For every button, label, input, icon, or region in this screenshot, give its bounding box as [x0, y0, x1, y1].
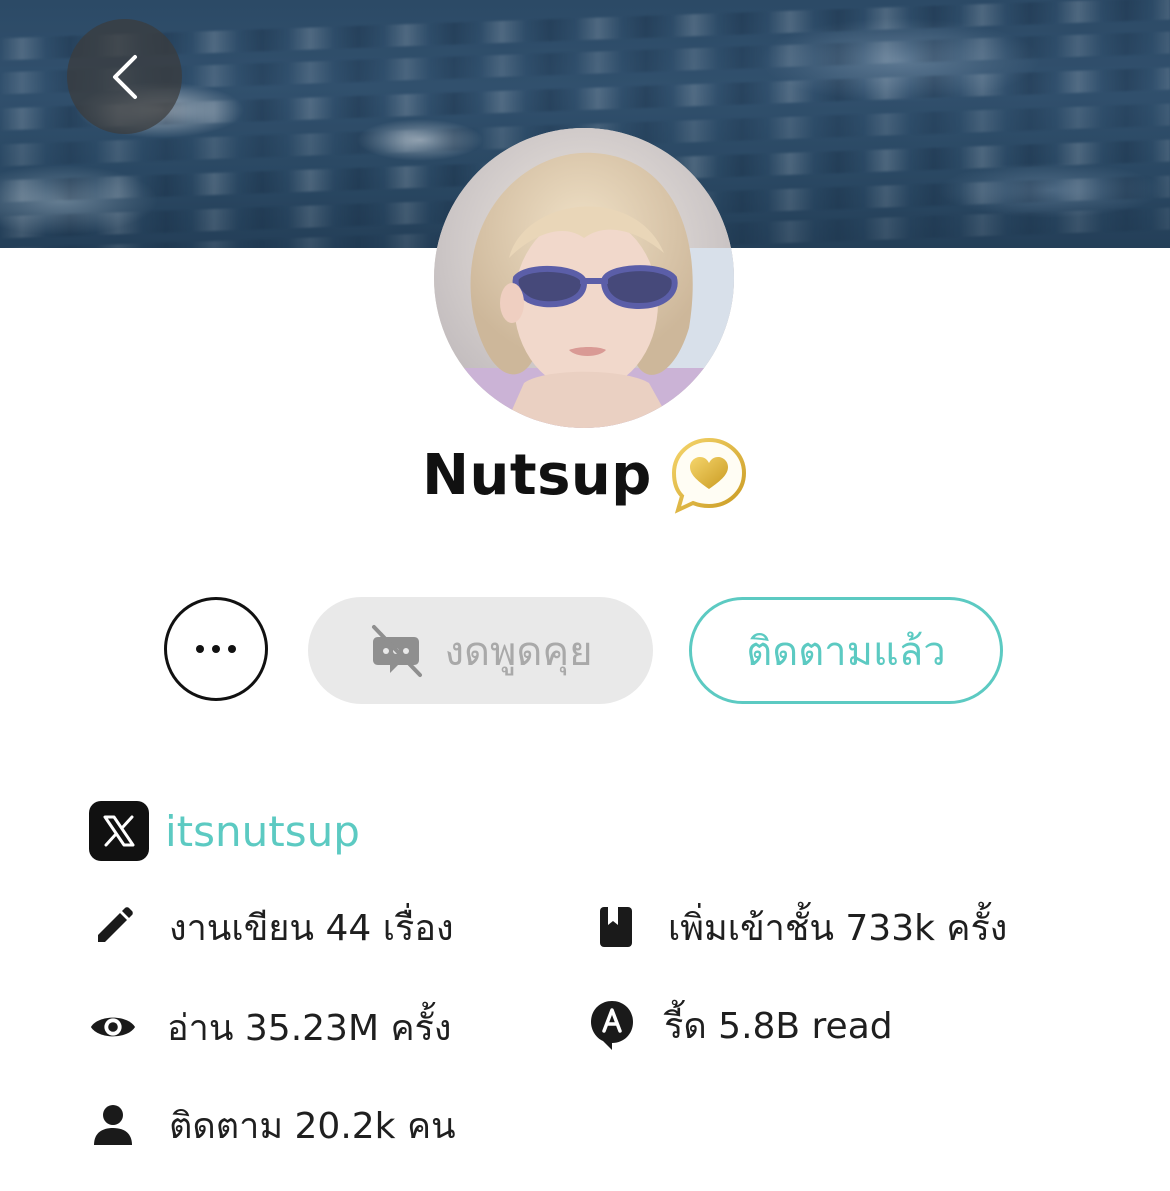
following-label: ติดตามแล้ว — [746, 628, 946, 675]
x-handle-link[interactable]: itsnutsup — [165, 807, 360, 856]
stat-reads: อ่าน 35.23M ครั้ง — [89, 997, 451, 1057]
avatar-image — [434, 128, 734, 428]
stat-shelf-adds: เพิ่มเข้าชั้น 733k ครั้ง — [592, 897, 1007, 957]
pencil-icon — [89, 903, 137, 951]
profile-page: Nutsup งดพูดคุย ติดตามแล้ว itsnutsup งาน… — [0, 0, 1170, 1191]
gold-heart-chat-badge-icon[interactable] — [670, 436, 748, 514]
stat-followers-text: ติดตาม 20.2k คน — [169, 1105, 456, 1147]
stat-reeds: รี้ด 5.8B read — [588, 995, 893, 1055]
chat-disabled-button[interactable]: งดพูดคุย — [308, 597, 653, 704]
stat-followers: ติดตาม 20.2k คน — [89, 1095, 456, 1155]
x-logo-icon — [89, 801, 149, 861]
profile-name: Nutsup — [422, 442, 652, 508]
bookmark-book-icon — [592, 903, 640, 951]
following-button[interactable]: ติดตามแล้ว — [689, 597, 1003, 704]
profile-name-row: Nutsup — [0, 430, 1170, 520]
social-x-row: itsnutsup — [89, 801, 360, 861]
stat-works-text: งานเขียน 44 เรื่อง — [169, 907, 454, 949]
stat-works: งานเขียน 44 เรื่อง — [89, 897, 454, 957]
eye-icon — [89, 1003, 137, 1051]
reed-coin-icon — [588, 1001, 636, 1050]
back-button[interactable] — [67, 19, 182, 134]
stat-reeds-text: รี้ด 5.8B read — [664, 1005, 893, 1047]
stat-reads-text: อ่าน 35.23M ครั้ง — [167, 1007, 452, 1049]
chat-disabled-label: งดพูดคุย — [444, 628, 593, 675]
stat-shelf-adds-text: เพิ่มเข้าชั้น 733k ครั้ง — [668, 907, 1008, 949]
chat-disabled-icon — [372, 624, 423, 677]
more-dots-icon — [196, 645, 204, 653]
chevron-left-icon — [112, 54, 137, 99]
person-icon — [89, 1101, 137, 1149]
avatar[interactable] — [434, 128, 734, 428]
more-options-button[interactable] — [164, 597, 268, 701]
